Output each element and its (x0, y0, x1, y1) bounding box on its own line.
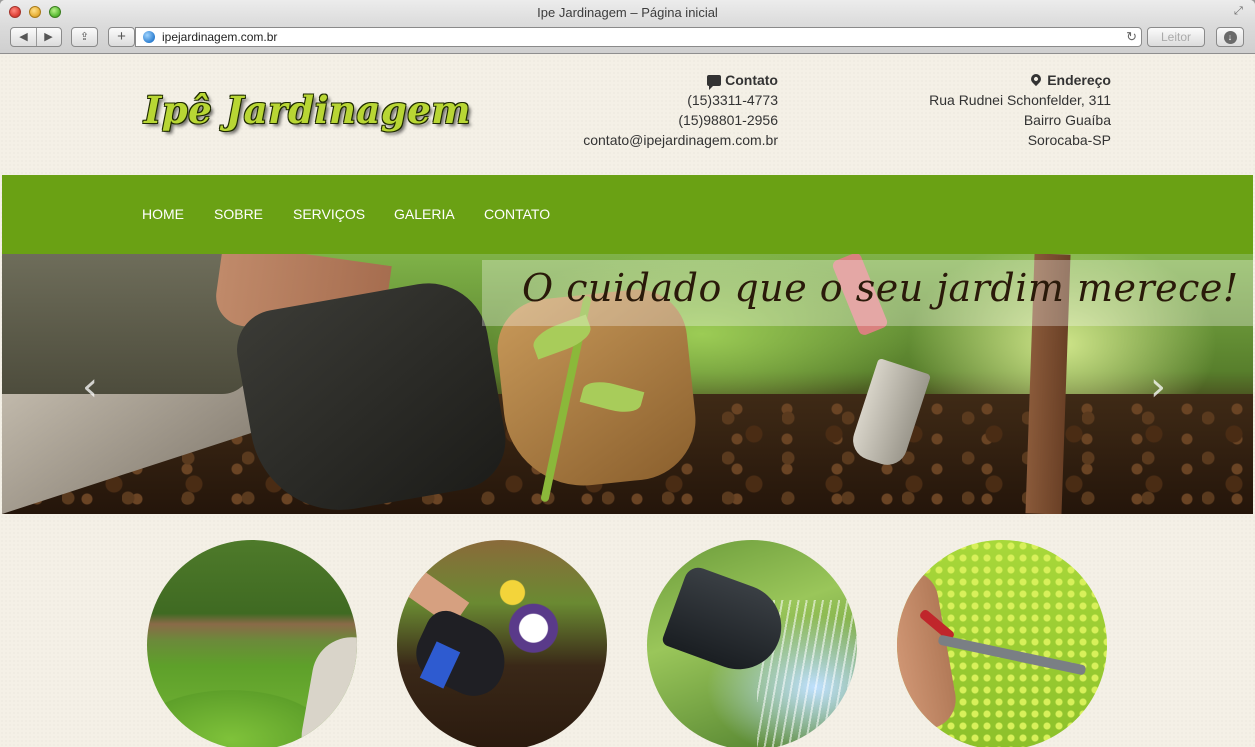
carousel-next-icon[interactable]: › (1150, 364, 1166, 410)
downloads-button[interactable]: ↓ (1216, 27, 1244, 47)
address-district: Bairro Guaíba (1023, 112, 1111, 128)
nav-sobre[interactable]: SOBRE (214, 206, 263, 222)
download-icon: ↓ (1223, 31, 1237, 44)
window-title: Ipe Jardinagem – Página inicial (537, 5, 718, 20)
forward-button[interactable]: ▶ (36, 28, 61, 46)
gloved-hand (230, 273, 514, 514)
back-button[interactable]: ◀ (11, 28, 36, 46)
address-heading: Endereço (1047, 72, 1111, 88)
address-info: Endereço Rua Rudnei Schonfelder, 311 Bai… (929, 70, 1111, 150)
service-image-lawn[interactable] (147, 540, 357, 747)
nav-galeria[interactable]: GALERIA (394, 206, 455, 222)
main-navbar: HOME SOBRE SERVIÇOS GALERIA CONTATO (2, 175, 1253, 254)
phone-2: (15)98801-2956 (678, 112, 778, 128)
service-image-watering[interactable] (647, 540, 857, 747)
url-text: ipejardinagem.com.br (162, 30, 278, 44)
service-image-planting[interactable] (397, 540, 607, 747)
browser-toolbar: Ipe Jardinagem – Página inicial ⤢ ◀ ▶ ⇪ +… (0, 0, 1255, 54)
contact-info: Contato (15)3311-4773 (15)98801-2956 con… (583, 70, 778, 150)
chat-icon (707, 75, 722, 90)
back-forward-buttons: ◀ ▶ (10, 27, 62, 47)
address-bar[interactable]: ipejardinagem.com.br ↻ (135, 27, 1142, 47)
carousel-prev-icon[interactable]: ‹ (82, 364, 98, 410)
nav-home[interactable]: HOME (142, 206, 184, 222)
nav-contato[interactable]: CONTATO (484, 206, 550, 222)
map-pin-icon (1029, 71, 1044, 87)
hero-caption: O cuidado que o seu jardim merece! (522, 266, 1239, 310)
nav-servicos[interactable]: SERVIÇOS (293, 206, 365, 222)
email-link[interactable]: contato@ipejardinagem.com.br (583, 130, 778, 150)
add-bookmark-button[interactable]: + (108, 27, 135, 47)
address-street: Rua Rudnei Schonfelder, 311 (929, 92, 1111, 108)
reader-button[interactable]: Leitor (1147, 27, 1205, 47)
share-button[interactable]: ⇪ (71, 27, 98, 47)
web-page: Ipê Jardinagem Contato (15)3311-4773 (15… (0, 55, 1255, 747)
globe-icon (143, 31, 155, 43)
address-city: Sorocaba-SP (1027, 132, 1111, 148)
service-image-trimming[interactable] (897, 540, 1107, 747)
site-logo[interactable]: Ipê Jardinagem (144, 88, 471, 132)
contact-heading: Contato (725, 72, 778, 88)
hero-carousel: O cuidado que o seu jardim merece! ‹ › (2, 254, 1253, 514)
reload-icon[interactable]: ↻ (1126, 28, 1137, 46)
fullscreen-icon[interactable]: ⤢ (1234, 5, 1246, 17)
browser-window: Ipe Jardinagem – Página inicial ⤢ ◀ ▶ ⇪ +… (0, 0, 1255, 747)
phone-1: (15)3311-4773 (687, 92, 778, 108)
